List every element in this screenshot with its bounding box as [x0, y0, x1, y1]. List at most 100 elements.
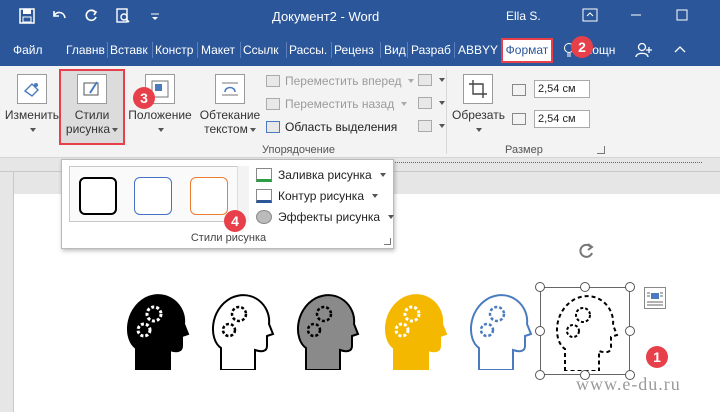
picture-fill-button[interactable]: Заливка рисунка [256, 164, 394, 185]
tab-references[interactable]: Ссылк [243, 43, 279, 57]
pencil-outline-icon [256, 188, 272, 203]
tab-separator [407, 42, 408, 58]
tab-view[interactable]: Вид [384, 43, 406, 57]
picture-outline-label: Контур рисунка [278, 188, 364, 203]
crop-button[interactable]: Обрезать [452, 74, 505, 136]
gallery-options: Заливка рисунка Контур рисунка Эффекты р… [256, 164, 395, 227]
tab-mailings[interactable]: Рассы. [289, 43, 327, 57]
quick-access-toolbar [18, 7, 164, 25]
tab-home[interactable]: Главнв [66, 43, 105, 57]
crop-icon [463, 74, 493, 104]
print-preview-icon[interactable] [114, 7, 132, 25]
head-image-gray[interactable] [292, 290, 360, 370]
tab-design[interactable]: Констр [155, 43, 193, 57]
ribbon-separator [446, 70, 447, 154]
width-input[interactable]: 2,54 см [534, 110, 590, 128]
size-group-label: Размер [505, 144, 543, 156]
arrange-group-label: Упорядочение [262, 144, 335, 156]
save-icon[interactable] [18, 7, 36, 25]
change-picture-label: Изменить [4, 108, 60, 122]
selection-pane-icon [266, 121, 280, 133]
group-button[interactable] [418, 97, 445, 109]
style-swatch-black[interactable] [79, 177, 117, 215]
redo-icon[interactable] [82, 7, 100, 25]
rotate-handle-icon[interactable] [576, 241, 596, 261]
tab-separator [107, 42, 108, 58]
change-picture-icon [17, 74, 47, 104]
resize-handle-right[interactable] [625, 326, 635, 336]
picture-outline-button[interactable]: Контур рисунка [256, 185, 394, 206]
title-bar: Документ2 - Word Ella S. [0, 0, 720, 34]
effects-icon [256, 209, 272, 224]
share-person-icon[interactable] [635, 41, 653, 59]
tab-separator [331, 42, 332, 58]
resize-handle-top[interactable] [580, 282, 590, 292]
tab-insert[interactable]: Вставк [110, 43, 148, 57]
tab-separator [152, 42, 153, 58]
head-image-blue-outline[interactable] [465, 290, 533, 370]
tab-review[interactable]: Реценз [334, 43, 374, 57]
wrap-text-icon [215, 74, 245, 104]
head-image-dashed-selected[interactable] [551, 291, 619, 371]
align-button[interactable] [418, 74, 445, 86]
resize-handle-top-right[interactable] [625, 282, 635, 292]
wrap-text-button[interactable]: Обтекание текстом [195, 74, 265, 136]
tab-file[interactable]: Файл [13, 43, 43, 57]
send-backward-icon [266, 98, 280, 110]
selection-pane-label: Область выделения [285, 120, 398, 134]
tab-layout[interactable]: Макет [201, 43, 235, 57]
picture-styles-label-2: рисунка [65, 122, 111, 136]
bring-forward-button[interactable]: Переместить вперед [266, 74, 415, 88]
send-backward-label: Переместить назад [285, 97, 395, 111]
window-controls [580, 5, 720, 25]
resize-handle-left[interactable] [535, 326, 545, 336]
bring-forward-icon [266, 75, 280, 87]
window-title: Документ2 - Word [272, 9, 380, 24]
head-image-white[interactable] [207, 290, 275, 370]
collapse-ribbon-icon[interactable] [671, 41, 689, 59]
tab-separator [197, 42, 198, 58]
step-badge-1: 1 [646, 346, 668, 368]
style-swatch-orange[interactable] [190, 177, 228, 215]
picture-styles-group-label: Стили рисунка [190, 232, 267, 244]
wrap-text-label-1: Обтекание [199, 108, 261, 122]
picture-styles-icon [77, 74, 107, 104]
user-name[interactable]: Ella S. [506, 9, 541, 23]
picture-styles-button-content[interactable]: Стили рисунка [62, 74, 122, 136]
picture-effects-button[interactable]: Эффекты рисунка [256, 206, 395, 227]
styles-dialog-launcher-icon[interactable] [384, 238, 391, 245]
selection-pane-button[interactable]: Область выделения [266, 120, 397, 134]
picture-styles-label-1: Стили [74, 108, 110, 122]
step-badge-3: 3 [133, 87, 155, 109]
picture-styles-gallery: Заливка рисунка Контур рисунка Эффекты р… [61, 159, 395, 249]
tab-separator [240, 42, 241, 58]
resize-handle-bottom-left[interactable] [535, 370, 545, 380]
tab-abbyy[interactable]: ABBYY [458, 43, 498, 57]
height-input[interactable]: 2,54 см [534, 80, 590, 98]
step-badge-2: 2 [571, 36, 593, 58]
head-image-yellow[interactable] [380, 290, 448, 370]
send-backward-button[interactable]: Переместить назад [266, 97, 408, 111]
change-picture-button[interactable]: Изменить [4, 74, 60, 136]
tab-format[interactable]: Формат [501, 38, 553, 63]
wrap-text-label-2: текстом [204, 122, 248, 136]
tab-separator [286, 42, 287, 58]
ribbon-display-icon[interactable] [580, 5, 600, 25]
align-icon [418, 74, 432, 86]
rotate-button[interactable] [418, 120, 445, 132]
style-swatch-blue[interactable] [134, 177, 172, 215]
resize-handle-top-left[interactable] [535, 282, 545, 292]
tab-separator [454, 42, 455, 58]
size-dialog-launcher-icon[interactable] [597, 146, 605, 154]
tab-developer[interactable]: Разраб [411, 43, 451, 57]
undo-icon[interactable] [50, 7, 68, 25]
head-image-black[interactable] [122, 290, 190, 370]
maximize-icon[interactable] [672, 5, 692, 25]
minimize-icon[interactable] [626, 5, 646, 25]
layout-options-button[interactable] [644, 287, 666, 309]
layout-options-icon [647, 292, 663, 306]
crop-label: Обрезать [452, 108, 505, 122]
vertical-ruler [0, 172, 14, 412]
step-badge-4: 4 [224, 210, 246, 232]
customize-qat-icon[interactable] [146, 7, 164, 25]
